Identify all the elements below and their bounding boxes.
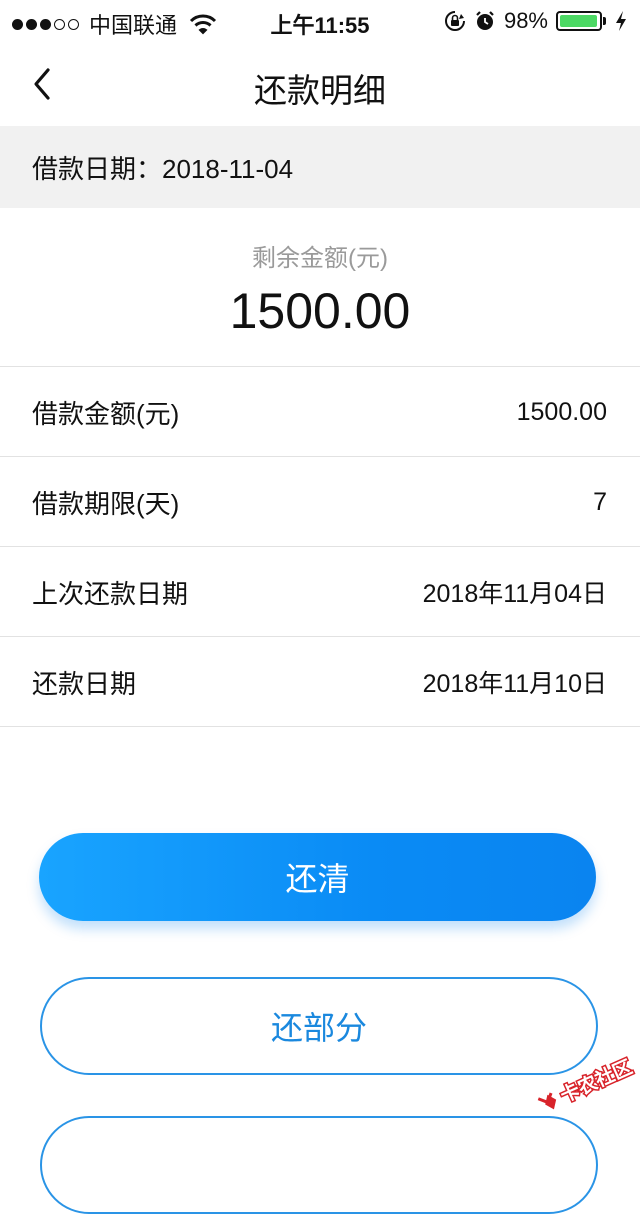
loan-date-text: 借款日期：2018-11-04 — [32, 153, 294, 184]
battery-icon — [556, 11, 606, 31]
detail-value: 2018年11月10日 — [422, 670, 607, 698]
remaining-amount-label: 剩余金额(元) — [252, 245, 388, 272]
detail-row-loan-amount: 借款金额(元) 1500.00 — [0, 367, 640, 457]
navigation-bar: 还款明细 — [0, 40, 640, 126]
detail-row-repay-date: 还款日期 2018年11月10日 — [0, 637, 640, 727]
status-bar: 中国联通 上午11:55 98% — [0, 0, 640, 40]
detail-value: 7 — [593, 487, 607, 516]
detail-value: 1500.00 — [516, 397, 607, 426]
detail-label: 还款日期 — [32, 668, 137, 699]
battery-fill — [560, 15, 597, 27]
detail-label: 借款金额(元) — [32, 398, 180, 429]
repay-all-button[interactable]: 还清 — [39, 833, 596, 921]
divider — [0, 726, 640, 727]
charging-bolt-icon — [616, 11, 626, 31]
detail-row-last-repay-date: 上次还款日期 2018年11月04日 — [0, 547, 640, 637]
remaining-amount-section: 剩余金额(元) 1500.00 — [0, 208, 640, 366]
battery-percent: 98% — [503, 8, 548, 33]
battery-tip — [603, 17, 606, 25]
svg-text:卡农社区: 卡农社区 — [557, 1055, 636, 1107]
detail-label: 借款期限(天) — [32, 488, 180, 519]
detail-label: 上次还款日期 — [32, 578, 189, 609]
detail-row-loan-term: 借款期限(天) 7 — [0, 457, 640, 547]
page-title: 还款明细 — [254, 72, 386, 109]
remaining-amount-value: 1500.00 — [229, 283, 411, 339]
detail-value: 2018年11月04日 — [422, 580, 607, 608]
watermark-logo: 卡农社区 — [537, 1054, 637, 1110]
bottom-button-partial[interactable] — [40, 1116, 598, 1214]
rotation-lock-icon — [444, 11, 465, 31]
loan-date-band: 借款日期：2018-11-04 — [0, 126, 640, 208]
battery-body — [556, 11, 602, 31]
alarm-icon — [476, 11, 494, 30]
status-right: 98% — [444, 8, 628, 34]
repay-partial-button[interactable]: 还部分 — [40, 977, 598, 1075]
